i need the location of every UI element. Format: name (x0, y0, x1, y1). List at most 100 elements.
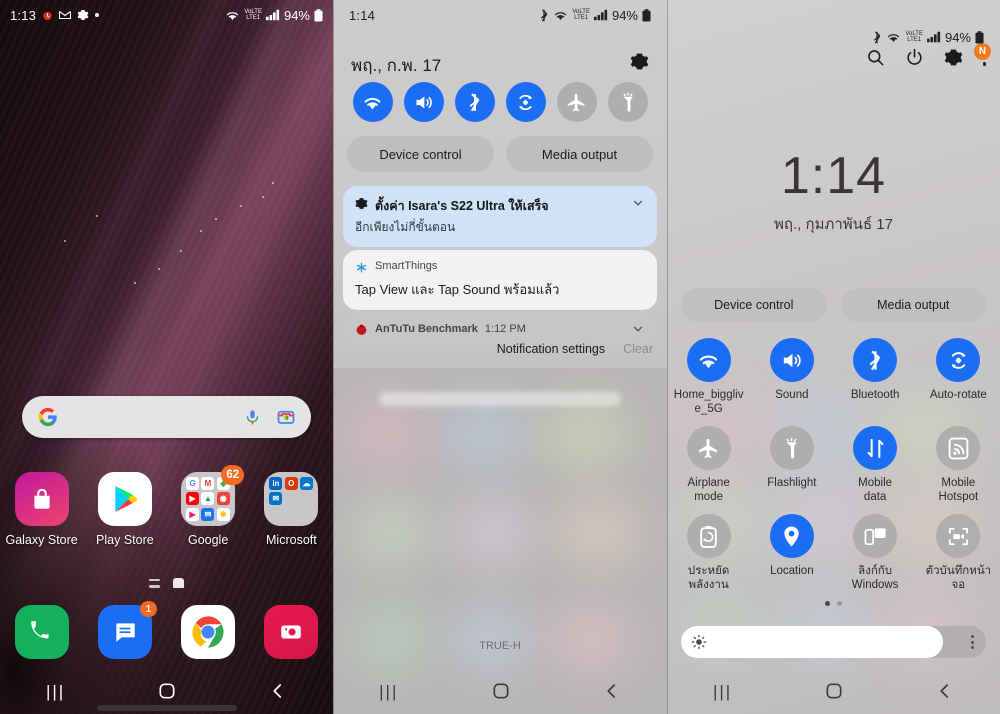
microphone-icon[interactable] (244, 409, 261, 426)
quick-toggle-row (333, 82, 667, 122)
notification-body: Tap View และ Tap Sound พร้อมแล้ว (355, 282, 560, 297)
quick-settings-page-dots[interactable] (667, 601, 1000, 606)
google-lens-icon[interactable] (277, 408, 295, 426)
tile-mobile-hotspot[interactable]: Mobile Hotspot (917, 426, 1000, 504)
brightness-more-options-icon[interactable] (971, 635, 974, 649)
home-icon[interactable] (491, 681, 511, 701)
device-control-button[interactable]: Device control (681, 288, 827, 322)
bluetooth-icon (539, 8, 549, 22)
tile-flashlight[interactable]: Flashlight (750, 426, 833, 504)
mobile-data-icon (853, 426, 898, 471)
volte-lte-icon: VoLTE LTE1 (244, 9, 262, 21)
gear-icon[interactable] (630, 52, 649, 71)
brightness-slider[interactable] (681, 626, 986, 658)
toggle-airplane-mode[interactable] (556, 82, 597, 122)
airplane-mode-icon (566, 92, 587, 113)
app-google-folder[interactable]: G M ◈ ▶ ▲ ◉ ▶ ✉ ❋ 62 Google (167, 465, 250, 547)
navigation-bar-quick: ||| (667, 668, 1000, 714)
battery-icon (975, 30, 984, 44)
carrier-label: TRUE-H (479, 640, 521, 652)
volte-lte-icon: VoLTE LTE1 (572, 9, 590, 21)
status-bar-home: 1:13 VoLTE LTE1 94% (0, 0, 333, 30)
tile-label: ตัวบันทึกหน้า จอ (925, 565, 992, 591)
back-icon[interactable] (936, 682, 954, 700)
notification-shade-panel: 1:14 VoLTE LTE1 94% พฤ., ก.พ. 17 Device … (333, 0, 667, 714)
shade-drag-handle[interactable] (379, 392, 621, 406)
tile-row: Airplane mode Flashlight Mobile data Mobil… (667, 426, 1000, 504)
camera-icon (264, 605, 319, 659)
app-microsoft-folder[interactable]: in O ☁ ✉ Microsoft (250, 472, 333, 547)
notification-list: ตั้งค่า Isara's S22 Ultra ให้เสร็จ อีกเพ… (343, 186, 657, 348)
tile-wifi[interactable]: Home_biggliv e_5G (667, 338, 750, 416)
tile-bluetooth[interactable]: Bluetooth (834, 338, 917, 416)
smartthings-icon (355, 261, 368, 274)
tile-link-to-windows[interactable]: ลิงก์กับ Windows (834, 514, 917, 592)
recents-icon[interactable]: ||| (379, 683, 398, 700)
recents-icon[interactable]: ||| (713, 683, 732, 700)
battery-percent: 94% (944, 29, 971, 45)
tile-label: Mobile Hotspot (938, 477, 979, 503)
chevron-down-icon[interactable] (631, 196, 645, 210)
microsoft-folder-icon: in O ☁ ✉ (264, 472, 319, 526)
dock-phone[interactable]: Phone (0, 605, 83, 659)
tile-airplane-mode[interactable]: Airplane mode (667, 426, 750, 504)
airplane-mode-icon (686, 426, 731, 471)
volte-lte-icon: VoLTE LTE1 (905, 31, 923, 43)
dock-chrome[interactable]: Chrome (167, 605, 250, 659)
app-label: Microsoft (266, 533, 317, 547)
tile-sound[interactable]: Sound (750, 338, 833, 416)
home-screen-panel: 1:13 VoLTE LTE1 94% Galaxy Store Play St… (0, 0, 333, 714)
flashlight-icon (619, 92, 637, 113)
shade-pill-row: Device control Media output (333, 136, 667, 172)
app-list-indicator-icon (149, 578, 160, 588)
tile-screen-recorder[interactable]: ตัวบันทึกหน้า จอ (917, 514, 1000, 592)
recents-icon[interactable]: ||| (46, 683, 65, 700)
tile-location[interactable]: Location (750, 514, 833, 592)
toggle-sound[interactable] (403, 82, 444, 122)
home-icon[interactable] (824, 681, 844, 701)
notification-settings-button[interactable]: Notification settings (497, 342, 605, 356)
galaxy-store-icon (14, 472, 69, 526)
dock-messages[interactable]: 1 Messages (83, 601, 166, 659)
gear-icon (77, 9, 89, 21)
home-icon[interactable] (157, 681, 177, 701)
media-output-button[interactable]: Media output (506, 136, 653, 172)
bluetooth-icon (872, 30, 882, 44)
toggle-flashlight[interactable] (607, 82, 648, 122)
toggle-auto-rotate[interactable] (505, 82, 546, 122)
battery-percent: 94% (283, 7, 310, 23)
status-bar-shade: 1:14 VoLTE LTE1 94% (333, 0, 667, 30)
back-icon[interactable] (603, 682, 621, 700)
device-control-button[interactable]: Device control (347, 136, 494, 172)
notification-smartthings[interactable]: SmartThings Tap View และ Tap Sound พร้อม… (343, 250, 657, 310)
dock-camera[interactable]: Camera (250, 605, 333, 659)
clear-button[interactable]: Clear (623, 342, 653, 356)
auto-rotate-icon (515, 92, 536, 113)
dock: Phone 1 Messages (0, 601, 333, 659)
app-play-store[interactable]: Play Store (83, 472, 166, 547)
status-time: 1:13 (10, 7, 37, 23)
tile-mobile-data[interactable]: Mobile data (834, 426, 917, 504)
gear-icon (355, 197, 368, 210)
app-galaxy-store[interactable]: Galaxy Store (0, 472, 83, 547)
gmail-icon (59, 10, 72, 20)
wifi-icon (886, 31, 901, 43)
notification-setup[interactable]: ตั้งค่า Isara's S22 Ultra ให้เสร็จ อีกเพ… (343, 186, 657, 247)
auto-rotate-icon (936, 338, 981, 382)
wifi-icon (686, 338, 731, 382)
sound-icon (769, 338, 814, 382)
tile-power-saving[interactable]: ประหยัด พลังงาน (667, 514, 750, 592)
google-search-bar[interactable] (22, 396, 311, 438)
media-output-button[interactable]: Media output (840, 288, 986, 322)
battery-icon (314, 8, 323, 22)
dot-icon (95, 13, 100, 17)
tile-auto-rotate[interactable]: Auto-rotate (917, 338, 1000, 416)
notification-antutu[interactable]: AnTuTu Benchmark 1:12 PM (343, 313, 657, 345)
back-icon[interactable] (269, 682, 287, 700)
notification-app-name: AnTuTu Benchmark (375, 323, 478, 335)
chevron-down-icon[interactable] (631, 322, 645, 336)
toggle-bluetooth[interactable] (454, 82, 495, 122)
toggle-wifi[interactable] (352, 82, 393, 122)
quick-settings-clock: 1:14 พฤ., กุมภาพันธ์ 17 (667, 150, 1000, 236)
signal-icon (593, 9, 608, 21)
